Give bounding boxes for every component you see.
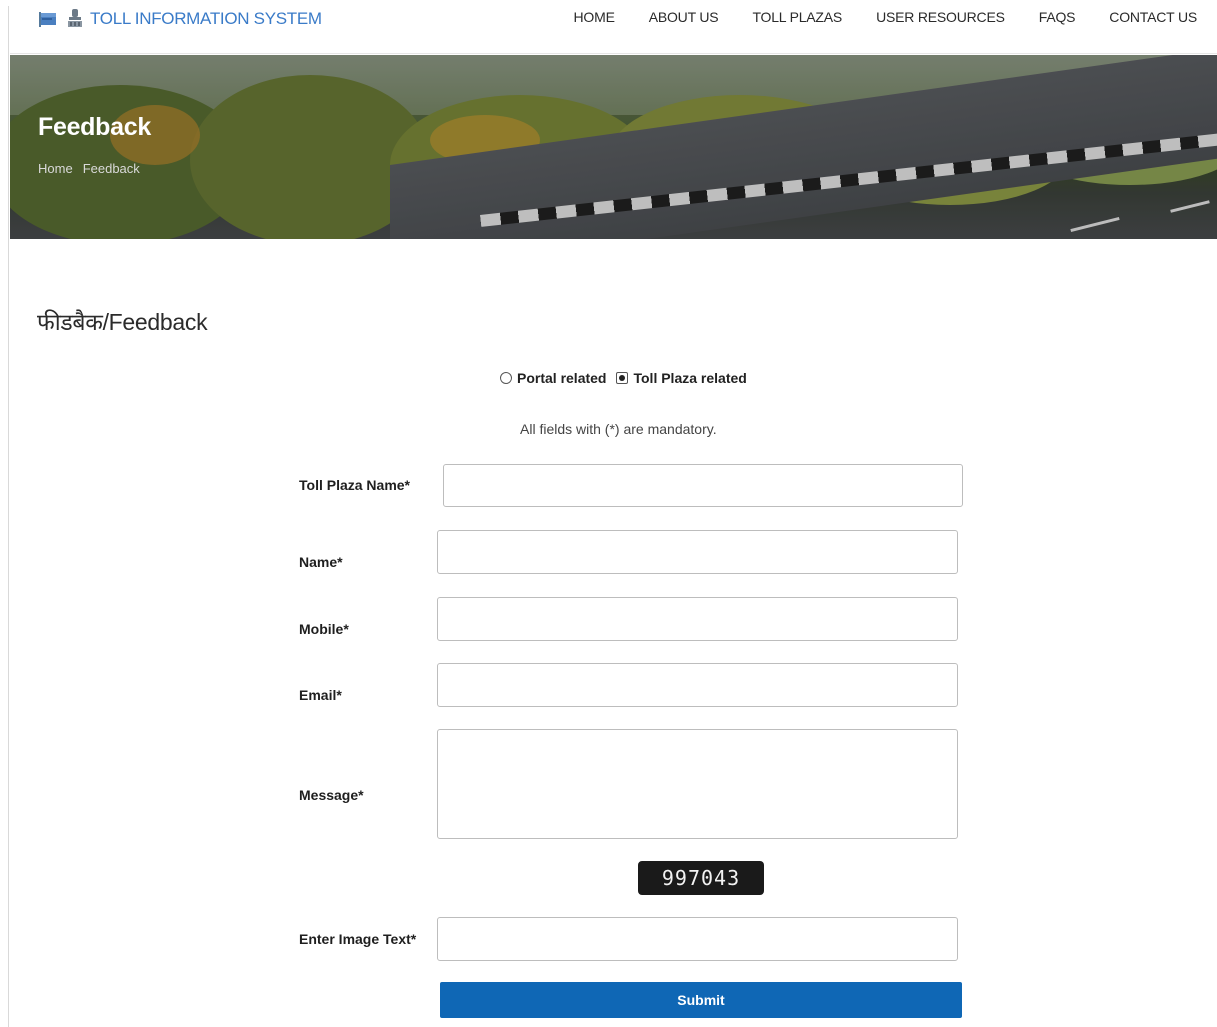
flag-icon	[38, 9, 60, 29]
email-label: Email*	[299, 687, 342, 703]
nav-user-resources[interactable]: USER RESOURCES	[876, 9, 1005, 25]
captcha-input[interactable]	[437, 917, 958, 961]
nav-contact-us[interactable]: CONTACT US	[1109, 9, 1197, 25]
feedback-type-group: Portal related Toll Plaza related	[500, 370, 747, 386]
radio-button[interactable]	[500, 372, 512, 384]
toll-plaza-name-input[interactable]	[443, 464, 963, 507]
site-logo[interactable]: TOLL INFORMATION SYSTEM	[38, 8, 322, 30]
nav-faqs[interactable]: FAQS	[1039, 9, 1076, 25]
radio-label: Portal related	[517, 370, 607, 386]
submit-button[interactable]: Submit	[440, 982, 962, 1018]
toll-plaza-name-label: Toll Plaza Name*	[299, 477, 411, 493]
breadcrumb: Home Feedback	[38, 161, 140, 176]
image-text-label: Enter Image Text*	[299, 931, 417, 947]
radio-button-selected[interactable]	[616, 372, 629, 384]
email-input[interactable]	[437, 663, 958, 707]
nav-toll-plazas[interactable]: TOLL PLAZAS	[752, 9, 842, 25]
name-input[interactable]	[437, 530, 958, 574]
breadcrumb-home[interactable]: Home	[38, 161, 73, 176]
mobile-input[interactable]	[437, 597, 958, 641]
main-nav: HOME ABOUT US TOLL PLAZAS USER RESOURCES…	[574, 9, 1198, 25]
mobile-label: Mobile*	[299, 621, 349, 637]
page-banner: Feedback Home Feedback	[10, 55, 1217, 239]
captcha-image: 997043	[638, 861, 764, 895]
logo-text: TOLL INFORMATION SYSTEM	[90, 9, 322, 28]
message-textarea[interactable]	[437, 729, 958, 839]
nav-home[interactable]: HOME	[574, 9, 615, 25]
mandatory-note: All fields with (*) are mandatory.	[520, 421, 717, 437]
radio-label: Toll Plaza related	[633, 370, 747, 386]
page-title: फीडबैक/Feedback	[37, 309, 208, 335]
breadcrumb-current: Feedback	[82, 161, 140, 176]
emblem-icon	[66, 8, 84, 30]
site-header: TOLL INFORMATION SYSTEM HOME ABOUT US TO…	[10, 6, 1217, 54]
name-label: Name*	[299, 554, 343, 570]
banner-title: Feedback	[38, 113, 151, 141]
nav-about-us[interactable]: ABOUT US	[649, 9, 719, 25]
radio-toll-plaza-related[interactable]: Toll Plaza related	[616, 370, 747, 386]
banner-overlay	[10, 55, 1217, 239]
message-label: Message*	[299, 787, 364, 803]
radio-portal-related[interactable]: Portal related	[500, 370, 606, 386]
